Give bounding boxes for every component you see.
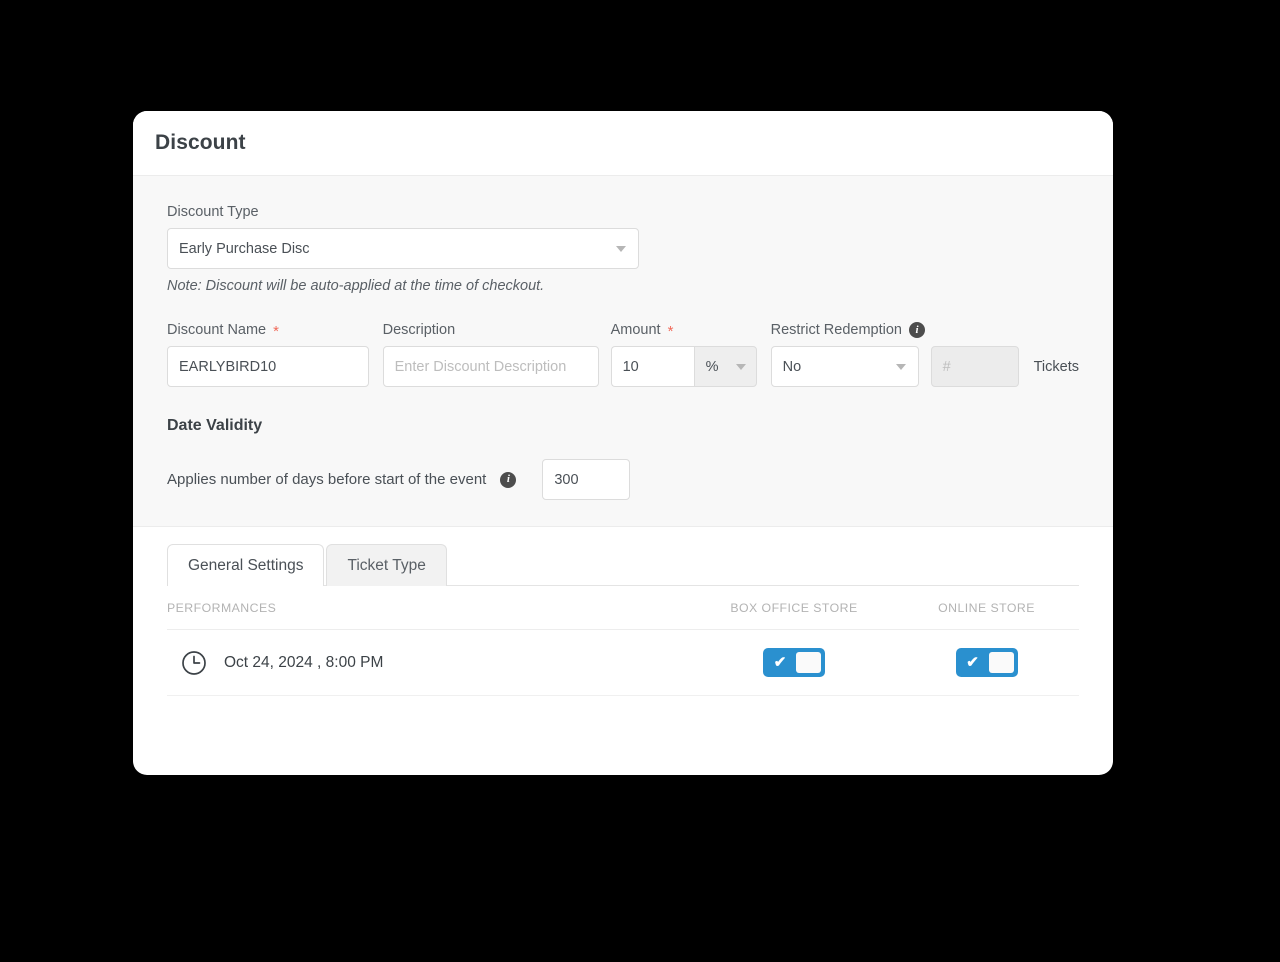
description-label-text: Description xyxy=(382,322,456,338)
tickets-count-placeholder: # xyxy=(942,358,951,375)
table-row: Oct 24, 2024 , 8:00 PM ✔ ✔ xyxy=(167,630,1079,696)
tab-ticket-type-label: Ticket Type xyxy=(347,557,426,574)
discount-type-label-text: Discount Type xyxy=(167,204,259,220)
discount-name-input[interactable]: EARLYBIRD10 xyxy=(167,346,369,387)
days-before-event-value: 300 xyxy=(554,471,579,488)
restrict-redemption-value: No xyxy=(782,358,802,375)
discount-name-value: EARLYBIRD10 xyxy=(179,358,277,375)
date-validity-text: Applies number of days before start of t… xyxy=(167,471,487,488)
days-before-event-input[interactable]: 300 xyxy=(542,459,631,500)
amount-field: Amount * 10 % xyxy=(610,322,757,387)
restrict-redemption-select[interactable]: No xyxy=(770,346,919,387)
discount-name-label: Discount Name * xyxy=(167,322,369,340)
chevron-down-icon xyxy=(616,245,626,252)
column-header-performances: PERFORMANCES xyxy=(167,600,277,615)
discount-name-label-text: Discount Name xyxy=(167,322,267,338)
toggle-knob xyxy=(796,652,821,673)
description-input[interactable]: Enter Discount Description xyxy=(382,346,599,387)
amount-input[interactable]: 10 xyxy=(610,346,694,387)
amount-label: Amount * xyxy=(610,322,757,340)
tickets-unit-label: Tickets xyxy=(1033,358,1079,375)
check-icon: ✔ xyxy=(773,654,787,671)
column-header-online-store: ONLINE STORE xyxy=(938,600,1035,615)
required-marker: * xyxy=(273,322,279,340)
discount-type-select[interactable]: Early Purchase Disc xyxy=(167,228,639,269)
info-icon-glyph: i xyxy=(506,473,510,485)
info-icon[interactable]: i xyxy=(908,322,925,338)
info-icon-glyph: i xyxy=(915,323,919,336)
discount-type-value: Early Purchase Disc xyxy=(179,240,310,257)
date-validity-row: Applies number of days before start of t… xyxy=(167,459,1079,500)
chevron-down-icon xyxy=(895,363,906,370)
discount-fields-row: Discount Name * EARLYBIRD10 Description … xyxy=(167,322,1079,387)
box-office-store-cell: ✔ xyxy=(694,649,894,676)
column-header-box-office-store: BOX OFFICE STORE xyxy=(730,600,858,615)
tab-general-settings[interactable]: General Settings xyxy=(167,544,325,586)
info-icon[interactable]: i xyxy=(500,471,517,488)
amount-unit-select[interactable]: % xyxy=(693,346,757,387)
performance-cell: Oct 24, 2024 , 8:00 PM xyxy=(167,650,694,676)
restrict-redemption-label: Restrict Redemption i xyxy=(771,322,1079,338)
box-office-store-toggle[interactable]: ✔ xyxy=(764,649,824,676)
discount-form-section: Discount Type Early Purchase Disc Note: … xyxy=(133,176,1113,527)
amount-unit-value: % xyxy=(705,358,719,375)
page-title: Discount xyxy=(155,131,246,154)
restrict-redemption-field: Restrict Redemption i No # Tickets xyxy=(770,322,1079,387)
discount-note: Note: Discount will be auto-applied at t… xyxy=(167,278,545,294)
discount-name-field: Discount Name * EARLYBIRD10 xyxy=(167,322,369,387)
restrict-redemption-label-text: Restrict Redemption xyxy=(770,322,902,338)
description-label: Description xyxy=(383,322,599,338)
toggle-knob xyxy=(988,652,1014,673)
discount-type-field: Discount Type Early Purchase Disc xyxy=(167,204,1079,269)
performance-datetime: Oct 24, 2024 , 8:00 PM xyxy=(224,653,384,671)
tab-general-settings-label: General Settings xyxy=(188,557,304,574)
discount-card: Discount Discount Type Early Purchase Di… xyxy=(133,111,1113,775)
tab-ticket-type[interactable]: Ticket Type xyxy=(326,544,447,586)
tabs: General Settings Ticket Type xyxy=(167,543,1079,586)
amount-label-text: Amount xyxy=(610,322,661,338)
card-header: Discount xyxy=(133,111,1113,176)
description-placeholder: Enter Discount Description xyxy=(394,358,567,375)
table-header-row: PERFORMANCES BOX OFFICE STORE ONLINE STO… xyxy=(167,586,1079,630)
clock-icon xyxy=(182,650,206,675)
check-icon: ✔ xyxy=(966,654,979,671)
discount-type-label: Discount Type xyxy=(167,204,1079,220)
chevron-down-icon xyxy=(735,363,746,370)
online-store-cell: ✔ xyxy=(894,649,1079,676)
description-field: Description Enter Discount Description xyxy=(382,322,599,387)
required-marker: * xyxy=(667,322,674,340)
tabs-container: General Settings Ticket Type xyxy=(133,527,1113,586)
amount-group: 10 % xyxy=(610,346,757,387)
restrict-redemption-group: No # Tickets xyxy=(770,346,1079,387)
amount-value: 10 xyxy=(622,358,639,375)
date-validity-title: Date Validity xyxy=(167,417,263,434)
tickets-count-input[interactable]: # xyxy=(930,346,1019,387)
online-store-toggle[interactable]: ✔ xyxy=(956,649,1017,676)
performances-table: PERFORMANCES BOX OFFICE STORE ONLINE STO… xyxy=(133,586,1113,696)
